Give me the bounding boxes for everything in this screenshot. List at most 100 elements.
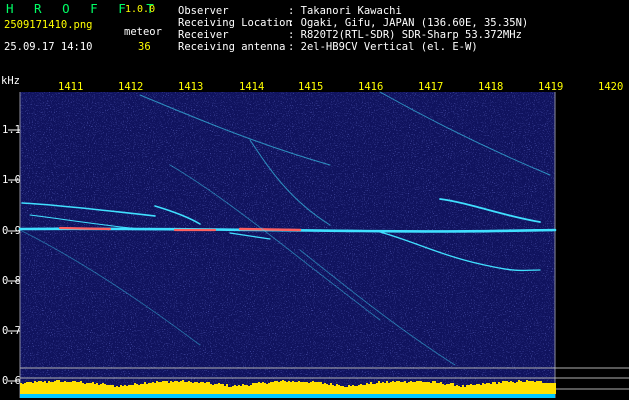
level-bar	[172, 382, 174, 394]
level-bar	[516, 382, 518, 394]
level-bar	[318, 382, 320, 394]
level-bar	[180, 381, 182, 394]
level-bar	[530, 381, 532, 394]
level-bar	[210, 384, 212, 394]
level-bar	[192, 383, 194, 394]
level-bar	[302, 382, 304, 394]
level-bar	[350, 386, 352, 394]
noise-layer	[20, 92, 555, 398]
carrier-echo	[58, 226, 112, 231]
level-bar	[34, 381, 36, 394]
level-bar	[142, 384, 144, 394]
level-bar	[100, 384, 102, 394]
level-bar	[40, 381, 42, 394]
level-bar	[360, 384, 362, 394]
level-bar	[78, 382, 80, 394]
level-bar	[96, 383, 98, 394]
level-bar	[86, 383, 88, 394]
level-bar	[258, 382, 260, 394]
level-bar	[208, 382, 210, 394]
level-bar	[50, 382, 52, 394]
level-bar	[64, 381, 66, 394]
level-bar	[382, 382, 384, 394]
level-bar	[298, 381, 300, 394]
carrier-echo	[238, 227, 302, 232]
level-bar	[408, 382, 410, 394]
level-bar	[384, 383, 386, 394]
level-bar	[126, 386, 128, 394]
level-bar	[392, 381, 394, 394]
level-bar	[136, 384, 138, 394]
level-bar	[56, 380, 58, 394]
level-bar	[486, 383, 488, 394]
level-bar	[380, 383, 382, 394]
level-bar	[178, 382, 180, 394]
level-bar	[346, 387, 348, 394]
level-bar	[416, 381, 418, 394]
level-bar	[488, 383, 490, 394]
level-bar	[504, 381, 506, 394]
level-bar	[144, 382, 146, 394]
level-bar	[480, 385, 482, 394]
level-bar	[462, 385, 464, 394]
level-bar	[196, 382, 198, 394]
level-bar	[466, 385, 468, 394]
level-bar	[402, 382, 404, 394]
level-bar	[368, 384, 370, 394]
level-bar	[502, 381, 504, 394]
level-bar	[130, 385, 132, 394]
level-bar	[246, 385, 248, 394]
level-bar	[454, 386, 456, 394]
level-bar	[220, 384, 222, 394]
level-bar	[308, 383, 310, 394]
level-bar	[148, 383, 150, 394]
level-bar	[168, 383, 170, 394]
level-bar	[374, 384, 376, 394]
level-bar	[296, 382, 298, 394]
level-bar	[338, 385, 340, 394]
level-bar	[304, 382, 306, 394]
level-bar	[212, 385, 214, 394]
level-bar	[254, 383, 256, 394]
level-bar	[534, 382, 536, 394]
level-bar	[162, 381, 164, 394]
level-bar	[544, 383, 546, 394]
level-bar	[354, 386, 356, 394]
level-bar	[512, 382, 514, 394]
level-bar	[222, 384, 224, 394]
level-bar	[436, 383, 438, 394]
level-bar	[152, 382, 154, 394]
level-bar	[32, 383, 34, 394]
level-bar	[182, 380, 184, 394]
level-bar	[48, 381, 50, 394]
level-bar	[82, 383, 84, 394]
level-bar	[248, 386, 250, 394]
level-bar	[194, 382, 196, 394]
level-bar	[88, 383, 90, 394]
level-bar	[230, 387, 232, 394]
level-bar	[396, 381, 398, 394]
level-bar	[542, 383, 544, 394]
level-bar	[188, 381, 190, 394]
level-bar	[214, 384, 216, 394]
level-bar	[264, 383, 266, 394]
level-bar	[424, 382, 426, 394]
level-bar	[114, 387, 116, 394]
level-bar	[548, 383, 550, 394]
level-bar	[536, 381, 538, 394]
level-bar	[288, 381, 290, 394]
level-bar	[440, 382, 442, 394]
level-bar	[146, 384, 148, 394]
level-bar	[314, 382, 316, 394]
level-bar	[348, 385, 350, 394]
level-bar	[128, 385, 130, 394]
level-bar	[268, 383, 270, 394]
level-bar	[70, 382, 72, 394]
level-bar	[366, 383, 368, 394]
level-bar	[228, 387, 230, 394]
level-bar	[460, 387, 462, 394]
level-bar	[538, 381, 540, 394]
level-bar	[398, 381, 400, 394]
level-bar	[448, 384, 450, 394]
level-bar	[46, 383, 48, 394]
